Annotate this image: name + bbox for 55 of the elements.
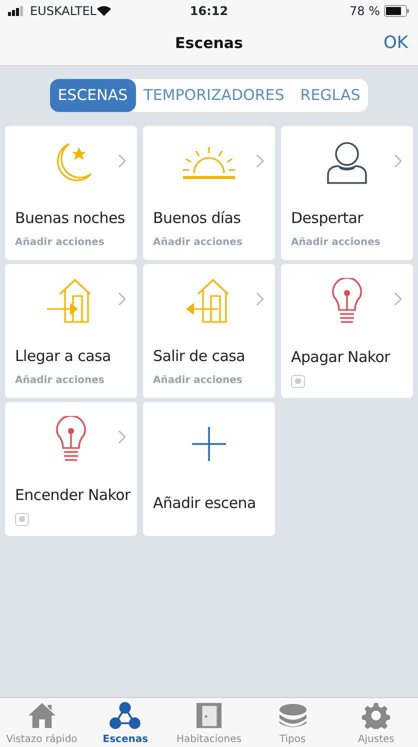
tab-bar-item[interactable]: Ajustes	[334, 698, 418, 747]
battery-icon	[384, 5, 410, 17]
door-icon	[194, 702, 223, 729]
scene-tile[interactable]: Añadir escena	[143, 402, 275, 536]
add-actions-link[interactable]: Añadir acciones	[153, 372, 265, 388]
chevron-icon	[118, 430, 126, 444]
carrier-name: EUSKALTEL	[30, 3, 96, 20]
scene-name: Apagar Nakor	[291, 347, 392, 368]
scene-name: Buenas noches	[15, 208, 126, 229]
chevron-icon	[118, 154, 126, 168]
status-time: 16:12	[188, 3, 230, 20]
scene-name: Buenos días	[153, 208, 242, 229]
tab-bar-item[interactable]: Escenas	[84, 698, 168, 747]
chevron-icon	[118, 292, 126, 306]
house-icon	[26, 702, 57, 729]
scene-tile[interactable]: Encender Nakor	[5, 402, 137, 536]
tab-bar-item[interactable]: Tipos	[250, 698, 334, 747]
layers-icon	[276, 702, 309, 729]
chevron-icon	[256, 154, 264, 168]
scene-name: Añadir escena	[153, 492, 257, 514]
plus-icon	[191, 426, 227, 462]
light-bulb-icon	[53, 416, 89, 464]
ok-button[interactable]: OK	[383, 31, 408, 56]
scene-name: Salir de casa	[153, 346, 246, 367]
tab-bar-item[interactable]: Habitaciones	[167, 698, 251, 747]
network-icon	[109, 702, 142, 729]
scene-tile[interactable]: Despertar Añadir acciones	[281, 126, 413, 260]
device-indicator-icon	[15, 512, 29, 526]
scene-tile[interactable]: Salir de casa Añadir acciones	[143, 264, 275, 398]
light-bulb-icon	[329, 278, 365, 326]
scene-tile[interactable]: Buenos días Añadir acciones	[143, 126, 275, 260]
scene-name: Llegar a casa	[15, 346, 112, 367]
sunrise-icon	[182, 145, 236, 182]
chevron-icon	[256, 292, 264, 306]
scene-name: Despertar	[291, 208, 364, 229]
device-indicator-icon	[291, 374, 305, 388]
scene-tile[interactable]: Apagar Nakor	[281, 264, 413, 398]
battery-level: 78 %	[350, 3, 380, 20]
segment-tab[interactable]: TEMPORIZADORES	[136, 79, 292, 112]
screen-title: Escenas	[175, 33, 243, 54]
segment-tab[interactable]: REGLAS	[292, 79, 368, 112]
add-actions-link[interactable]: Añadir acciones	[291, 234, 403, 250]
add-actions-link[interactable]: Añadir acciones	[15, 234, 127, 250]
scene-tile[interactable]: Llegar a casa Añadir acciones	[5, 264, 137, 398]
chevron-icon	[394, 154, 402, 168]
scene-tile[interactable]: Buenas noches Añadir acciones	[5, 126, 137, 260]
settings-icon	[362, 702, 390, 729]
tab-bar-item[interactable]: Vistazo rápido	[0, 698, 84, 747]
chevron-icon	[394, 292, 402, 306]
signal-icon	[8, 6, 26, 16]
wifi-icon	[96, 5, 112, 17]
segment-tab[interactable]: ESCENAS	[50, 79, 136, 112]
person-icon	[326, 141, 368, 186]
add-actions-link[interactable]: Añadir acciones	[153, 234, 265, 250]
add-actions-link[interactable]: Añadir acciones	[15, 372, 127, 388]
